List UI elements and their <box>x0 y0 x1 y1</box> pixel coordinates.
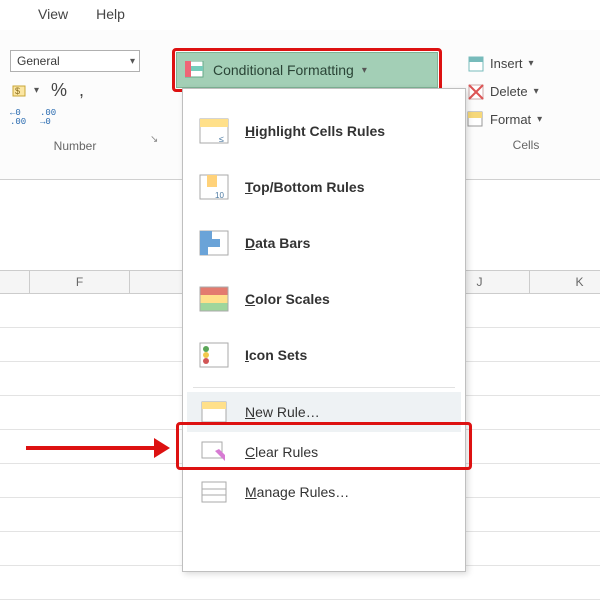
col-header-blank <box>0 271 30 293</box>
menu-color-scales-label: Color Scales <box>245 291 451 307</box>
svg-text:10: 10 <box>215 191 224 200</box>
number-group-label: Number <box>10 139 140 153</box>
svg-text:→0: →0 <box>40 117 51 125</box>
comma-style-button[interactable]: , <box>79 80 84 101</box>
number-format-value: General <box>17 54 60 68</box>
menu-highlight-cells-label: Highlight Cells Rules <box>245 123 451 139</box>
menu-view[interactable]: View <box>38 6 68 22</box>
number-format-dropdown[interactable]: General ▾ <box>10 50 140 72</box>
delete-label: Delete <box>490 84 528 99</box>
chevron-down-icon: ▾ <box>537 114 542 125</box>
top-bottom-icon: 10 <box>197 172 231 202</box>
icon-sets-icon <box>197 340 231 370</box>
percent-style-button[interactable]: % <box>51 80 67 101</box>
insert-button[interactable]: Insert ▾ <box>466 54 586 72</box>
new-rule-icon <box>197 397 231 427</box>
menu-top-bottom-rules[interactable]: 10 Top/Bottom Rules <box>187 159 461 215</box>
conditional-formatting-icon <box>185 60 205 80</box>
decrease-decimal-button[interactable]: .00→0 <box>40 107 62 129</box>
conditional-formatting-button[interactable]: Conditional Formatting ▾ <box>176 52 438 88</box>
conditional-formatting-menu: ≤ Highlight Cells Rules 10 Top/Bottom Ru… <box>182 88 466 572</box>
clear-rules-icon <box>197 437 231 467</box>
color-scales-icon <box>197 284 231 314</box>
menu-clear-rules[interactable]: Clear Rules <box>187 432 461 472</box>
menu-icon-sets[interactable]: Icon Sets <box>187 327 461 383</box>
format-button[interactable]: Format ▾ <box>466 110 586 128</box>
col-header-f[interactable]: F <box>30 271 130 293</box>
format-label: Format <box>490 112 531 127</box>
conditional-formatting-label: Conditional Formatting <box>213 62 354 78</box>
menu-color-scales[interactable]: Color Scales <box>187 271 461 327</box>
menu-separator <box>193 387 455 388</box>
svg-text:≤: ≤ <box>219 134 224 144</box>
format-icon <box>466 110 484 128</box>
group-cells: Insert ▾ Delete ▾ Format ▾ Cells <box>466 54 586 152</box>
menu-top-bottom-label: Top/Bottom Rules <box>245 179 451 195</box>
menu-help[interactable]: Help <box>96 6 125 22</box>
menu-new-rule-label: New Rule… <box>245 404 451 420</box>
increase-decimal-button[interactable]: ←0.00 <box>10 107 32 129</box>
delete-icon <box>466 82 484 100</box>
manage-rules-icon <box>197 477 231 507</box>
accounting-chevron-icon[interactable]: ▾ <box>34 85 39 96</box>
insert-icon <box>466 54 484 72</box>
menu-manage-rules-label: Manage Rules… <box>245 484 451 500</box>
data-bars-icon <box>197 228 231 258</box>
annotation-arrow <box>26 438 176 458</box>
cells-group-label: Cells <box>466 138 586 152</box>
menu-data-bars[interactable]: Data Bars <box>187 215 461 271</box>
svg-text:.00: .00 <box>10 117 26 125</box>
menu-highlight-cells-rules[interactable]: ≤ Highlight Cells Rules <box>187 103 461 159</box>
delete-button[interactable]: Delete ▾ <box>466 82 586 100</box>
col-header-k[interactable]: K <box>530 271 600 293</box>
group-number: General ▾ $ ▾ % , ←0.00 .00→0 Number ↘ <box>10 50 160 153</box>
insert-label: Insert <box>490 56 523 71</box>
chevron-down-icon: ▾ <box>362 65 367 76</box>
highlight-cells-icon: ≤ <box>197 116 231 146</box>
chevron-down-icon: ▾ <box>529 58 534 69</box>
menu-new-rule[interactable]: New Rule… <box>187 392 461 432</box>
number-dialog-launcher-icon[interactable]: ↘ <box>150 134 158 145</box>
menu-manage-rules[interactable]: Manage Rules… <box>187 472 461 512</box>
menu-icon-sets-label: Icon Sets <box>245 347 451 363</box>
chevron-down-icon: ▾ <box>130 56 135 67</box>
chevron-down-icon: ▾ <box>534 86 539 97</box>
svg-text:$: $ <box>15 86 20 96</box>
menu-data-bars-label: Data Bars <box>245 235 451 251</box>
menu-clear-rules-label: Clear Rules <box>245 444 451 460</box>
accounting-number-icon[interactable]: $ <box>10 81 30 101</box>
